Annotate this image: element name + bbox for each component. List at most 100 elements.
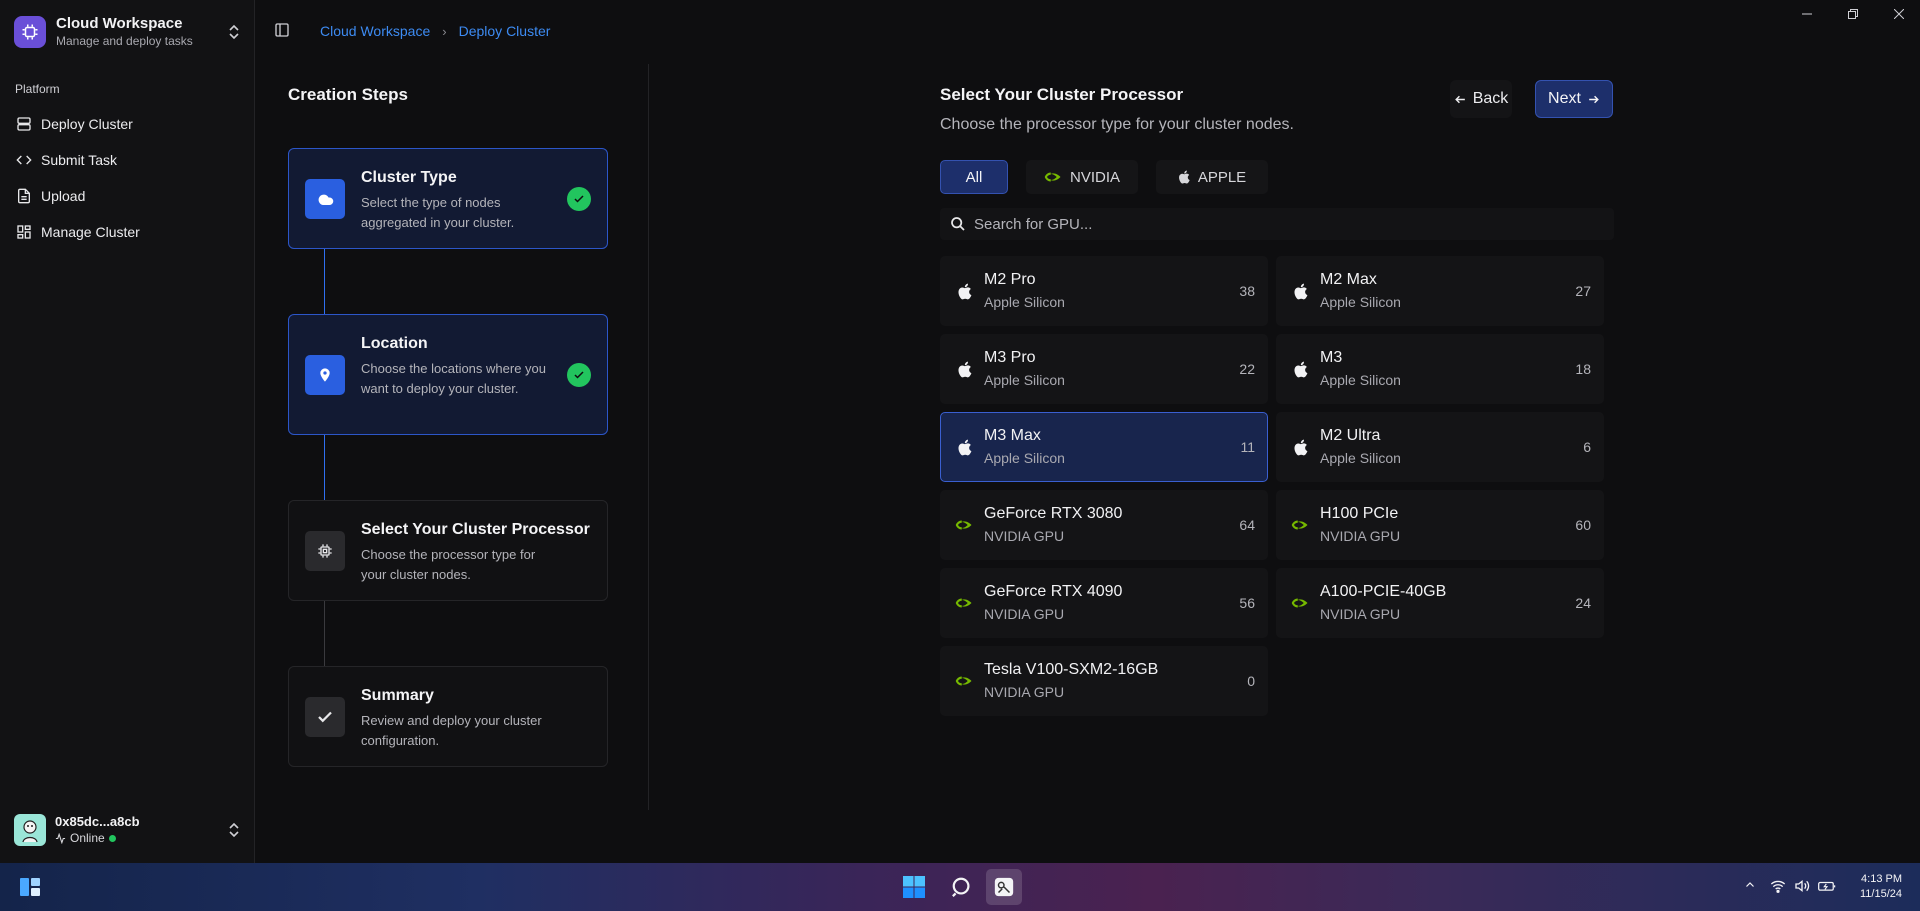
restore-icon[interactable] [1838,6,1868,22]
widgets-icon[interactable] [16,873,44,901]
breadcrumb-root-link[interactable]: Cloud Workspace [320,23,430,39]
gpu-option-card[interactable]: M2 Max Apple Silicon 27 [1276,256,1604,326]
gpu-option-card[interactable]: M3 Apple Silicon 18 [1276,334,1604,404]
search-bar [940,208,1614,240]
gpu-available-count: 6 [1583,439,1591,455]
check-circle-icon [567,187,591,211]
sidebar-section-label: Platform [15,82,60,96]
dashboard-icon [17,225,31,239]
gpu-name: Tesla V100-SXM2-16GB [984,661,1159,678]
gpu-name: M2 Pro [984,271,1036,288]
nvidia-logo-icon [1291,516,1309,534]
close-icon[interactable] [1884,6,1914,22]
windows-start-icon[interactable] [900,873,928,901]
user-menu[interactable]: 0x85dc...a8cb Online [14,812,242,848]
tab-all[interactable]: All [940,160,1008,194]
step-select-processor[interactable]: Select Your Cluster Processor Choose the… [288,500,608,601]
back-button[interactable]: Back [1450,80,1512,118]
gpu-vendor: Apple Silicon [984,450,1065,466]
workspace-logo-icon [14,16,46,48]
battery-icon[interactable] [1818,879,1836,896]
gpu-option-card[interactable]: Tesla V100-SXM2-16GB NVIDIA GPU 0 [940,646,1268,716]
gpu-vendor: Apple Silicon [984,294,1065,310]
gpu-name: M3 Max [984,427,1041,444]
gpu-available-count: 24 [1575,595,1591,611]
chevrons-up-down-icon [226,820,242,840]
sidebar-item-upload[interactable]: Upload [6,178,246,214]
map-pin-icon [305,355,345,395]
workspace-switcher[interactable]: Cloud Workspace Manage and deploy tasks [14,14,242,50]
step-location[interactable]: Location Choose the locations where you … [288,314,608,435]
taskbar: 4:13 PM 11/15/24 [0,863,1920,911]
gpu-available-count: 22 [1239,361,1255,377]
tab-apple[interactable]: APPLE [1156,160,1268,194]
gpu-vendor: NVIDIA GPU [1320,528,1401,544]
apple-logo-icon [955,282,973,300]
gpu-vendor: Apple Silicon [1320,372,1401,388]
workspace-subtitle: Manage and deploy tasks [56,34,193,48]
search-input[interactable] [974,215,1574,233]
gpu-option-card[interactable]: M3 Pro Apple Silicon 22 [940,334,1268,404]
sidebar-item-manage-cluster[interactable]: Manage Cluster [6,214,246,250]
sidebar-toggle-icon[interactable] [274,22,292,40]
apple-logo-icon [1291,360,1309,378]
chevron-up-icon[interactable] [1744,879,1756,894]
breadcrumb-current-link[interactable]: Deploy Cluster [459,23,551,39]
clock-time: 4:13 PM [1861,873,1902,885]
gpu-vendor: Apple Silicon [1320,450,1401,466]
chevrons-up-down-icon [226,22,242,42]
gpu-available-count: 56 [1239,595,1255,611]
gpu-available-count: 60 [1575,517,1591,533]
gpu-name: M3 Pro [984,349,1036,366]
gpu-vendor: NVIDIA GPU [984,528,1065,544]
step-title: Cluster Type [361,169,457,186]
apple-logo-icon [955,360,973,378]
nvidia-logo-icon [955,672,973,690]
gpu-available-count: 18 [1575,361,1591,377]
gpu-option-card[interactable]: M2 Pro Apple Silicon 38 [940,256,1268,326]
gpu-available-count: 64 [1239,517,1255,533]
check-icon [305,697,345,737]
panel-divider [648,64,649,810]
apple-logo-icon [1178,170,1190,184]
gpu-option-card[interactable]: GeForce RTX 3080 NVIDIA GPU 64 [940,490,1268,560]
step-description: Choose the processor type for your clust… [361,547,536,582]
gpu-name: M2 Ultra [1320,427,1381,444]
app-taskbar-icon[interactable] [986,869,1022,905]
step-cluster-type[interactable]: Cluster Type Select the type of nodes ag… [288,148,608,249]
gpu-name: M3 [1320,349,1343,366]
sidebar-item-deploy-cluster[interactable]: Deploy Cluster [6,106,246,142]
tab-label: All [965,168,983,186]
user-status-label: Online [70,831,105,845]
gpu-vendor: NVIDIA GPU [984,606,1065,622]
file-icon [18,188,30,204]
nvidia-logo-icon [955,594,973,612]
gpu-vendor: NVIDIA GPU [984,684,1065,700]
wifi-icon[interactable] [1770,879,1786,896]
check-circle-icon [567,363,591,387]
gpu-option-card[interactable]: A100-PCIE-40GB NVIDIA GPU 24 [1276,568,1604,638]
system-clock[interactable]: 4:13 PM 11/15/24 [1860,872,1902,902]
clock-date: 11/15/24 [1859,888,1902,900]
gpu-option-card[interactable]: GeForce RTX 4090 NVIDIA GPU 56 [940,568,1268,638]
user-status: Online [55,830,226,846]
nvidia-logo-icon [1291,594,1309,612]
gpu-option-card[interactable]: H100 PCIe NVIDIA GPU 60 [1276,490,1604,560]
sidebar-item-submit-task[interactable]: Submit Task [6,142,246,178]
sidebar-item-label: Deploy Cluster [41,116,133,132]
gpu-option-card[interactable]: M2 Ultra Apple Silicon 6 [1276,412,1604,482]
search-icon [951,217,965,231]
gpu-name: A100-PCIE-40GB [1320,583,1447,600]
gpu-option-card[interactable]: M3 Max Apple Silicon 11 [940,412,1268,482]
back-button-label: Back [1472,90,1509,107]
step-description: Select the type of nodes aggregated in y… [361,195,515,230]
user-name: 0x85dc...a8cb [55,814,140,829]
page-subtitle: Choose the processor type for your clust… [940,116,1294,133]
step-title: Select Your Cluster Processor [361,521,590,538]
tab-nvidia[interactable]: NVIDIA [1026,160,1138,194]
search-taskbar-icon[interactable] [948,873,976,901]
minimize-icon[interactable] [1792,6,1822,22]
step-summary[interactable]: Summary Review and deploy your cluster c… [288,666,608,767]
next-button[interactable]: Next [1535,80,1613,118]
volume-icon[interactable] [1794,879,1810,896]
